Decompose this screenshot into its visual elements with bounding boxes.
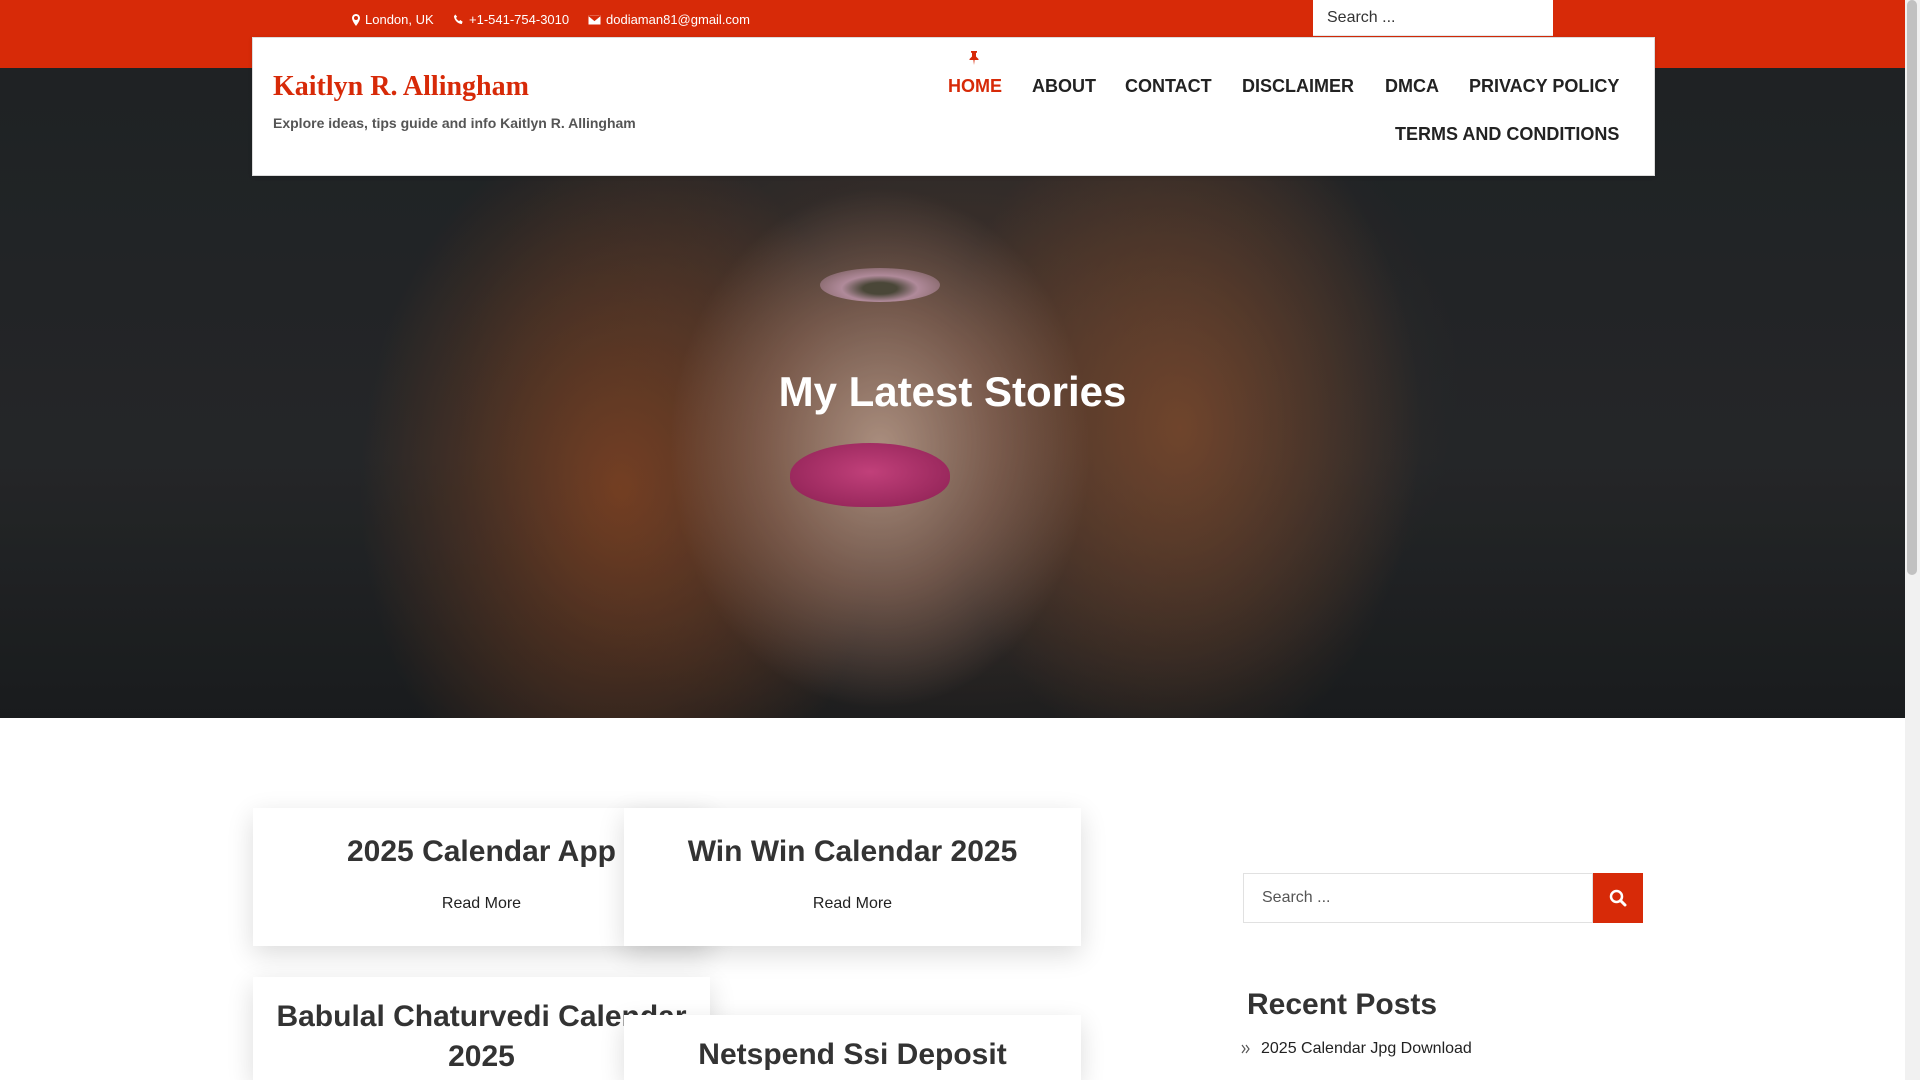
hero-image-eye <box>820 268 940 302</box>
search-icon <box>1609 889 1627 907</box>
hero-image-lips <box>790 443 950 507</box>
location-text: London, UK <box>365 12 434 27</box>
post-title[interactable]: Win Win Calendar 2025 <box>639 832 1066 872</box>
nav-disclaimer[interactable]: DISCLAIMER <box>1242 76 1354 97</box>
site-tagline: Explore ideas, tips guide and info Kaitl… <box>273 115 636 131</box>
post-card[interactable]: Win Win Calendar 2025 Read More <box>624 808 1081 946</box>
site-header: Kaitlyn R. Allingham Explore ideas, tips… <box>252 37 1655 176</box>
email-info: dodiaman81@gmail.com <box>588 12 750 27</box>
map-marker-icon <box>352 13 360 26</box>
nav-contact[interactable]: CONTACT <box>1125 76 1212 97</box>
pin-icon <box>969 51 979 65</box>
envelope-icon <box>588 14 601 25</box>
recent-posts-heading: Recent Posts <box>1247 988 1438 1021</box>
phone-info: +1-541-754-3010 <box>453 12 569 27</box>
sidebar-search-button[interactable] <box>1593 873 1643 923</box>
double-chevron-right-icon <box>1241 1044 1250 1054</box>
nav-terms-and-conditions[interactable]: TERMS AND CONDITIONS <box>1395 124 1619 145</box>
top-search-input[interactable] <box>1313 0 1553 36</box>
site-title[interactable]: Kaitlyn R. Allingham <box>273 71 529 103</box>
sidebar-search-input[interactable] <box>1243 873 1593 923</box>
recent-post-item[interactable]: 2025 Calendar Jpg Download <box>1241 1040 1472 1058</box>
nav-dmca[interactable]: DMCA <box>1385 76 1439 97</box>
scrollbar-thumb[interactable] <box>1907 0 1917 575</box>
email-text[interactable]: dodiaman81@gmail.com <box>606 12 750 27</box>
nav-home[interactable]: HOME <box>948 76 1002 97</box>
nav-privacy-policy[interactable]: PRIVACY POLICY <box>1469 76 1619 97</box>
location-info: London, UK <box>352 12 434 27</box>
read-more-link[interactable]: Read More <box>624 895 1081 913</box>
post-card[interactable]: Netspend Ssi Deposit <box>624 1015 1081 1080</box>
post-title[interactable]: Netspend Ssi Deposit <box>639 1035 1066 1075</box>
nav-about[interactable]: ABOUT <box>1032 76 1096 97</box>
recent-post-link[interactable]: 2025 Calendar Jpg Download <box>1261 1040 1472 1058</box>
hero-title: My Latest Stories <box>778 368 1127 415</box>
phone-text: +1-541-754-3010 <box>469 12 570 27</box>
phone-icon <box>453 14 463 25</box>
